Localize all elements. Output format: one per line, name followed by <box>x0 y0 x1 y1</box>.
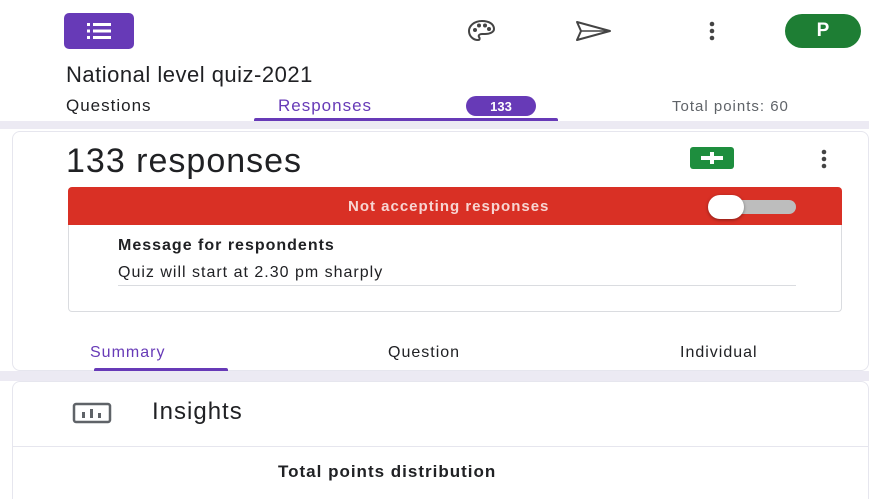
message-heading: Message for respondents <box>118 237 335 254</box>
subtab-individual[interactable]: Individual <box>680 344 758 362</box>
form-title: National level quiz-2021 <box>66 62 313 87</box>
accepting-responses-label: Not accepting responses <box>348 198 550 215</box>
responses-count-badge: 133 <box>466 96 536 116</box>
section-divider <box>0 121 869 129</box>
avatar[interactable]: P <box>785 14 861 48</box>
total-points-label: Total points: 60 <box>672 98 789 115</box>
toggle-knob[interactable] <box>708 195 744 219</box>
tab-responses[interactable]: Responses <box>278 96 372 116</box>
insights-chart-icon <box>72 402 112 424</box>
subtab-summary[interactable]: Summary <box>90 344 165 362</box>
palette-icon[interactable] <box>466 15 498 47</box>
google-sheets-icon[interactable] <box>690 147 734 169</box>
more-vert-icon[interactable] <box>812 145 836 173</box>
section-divider <box>0 371 869 381</box>
responses-count-heading: 133 responses <box>66 142 303 180</box>
google-forms-logo-icon[interactable] <box>64 13 134 49</box>
points-distribution-title: Total points distribution <box>278 462 497 481</box>
message-input[interactable]: Quiz will start at 2.30 pm sharply <box>118 264 383 282</box>
insights-divider <box>12 446 869 447</box>
tab-questions[interactable]: Questions <box>66 96 152 116</box>
subtab-question[interactable]: Question <box>388 344 460 362</box>
more-vert-icon[interactable] <box>700 15 724 47</box>
list-icon <box>87 23 111 39</box>
message-input-underline <box>118 285 796 286</box>
send-icon[interactable] <box>574 15 614 47</box>
insights-title: Insights <box>152 398 243 425</box>
